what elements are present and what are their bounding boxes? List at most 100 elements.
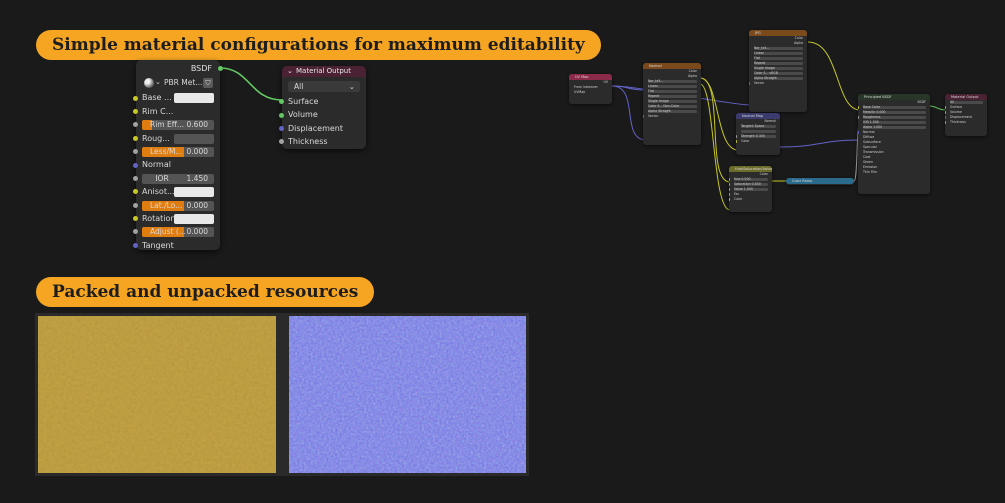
slider-label: Less/M... bbox=[150, 146, 183, 156]
node-row[interactable]: Color bbox=[729, 197, 772, 202]
input-socket[interactable] bbox=[133, 189, 138, 195]
row-label: Roughness bbox=[863, 115, 881, 119]
bsdf-input-row[interactable]: Base ... bbox=[133, 91, 220, 104]
pbr-bsdf-node[interactable]: BSDF ⌄ PBR Met... ⛉ Base ... Rim C... Rim … bbox=[133, 60, 223, 252]
row-label: All bbox=[950, 100, 954, 104]
jpg-texture-node[interactable]: JPG Color Alpha Nor_tx5... Linear Flat Repe… bbox=[749, 30, 807, 112]
color-swatch[interactable] bbox=[174, 213, 214, 224]
material-output-header[interactable]: ⌄ Material Output bbox=[282, 66, 366, 77]
input-socket[interactable] bbox=[133, 95, 138, 101]
chevron-down-icon[interactable]: ⌄ bbox=[155, 76, 161, 89]
input-socket[interactable] bbox=[133, 149, 138, 155]
bsdf-input-row[interactable]: Rotation bbox=[133, 212, 220, 225]
input-socket[interactable] bbox=[133, 229, 138, 235]
chevron-down-icon[interactable]: ⌄ bbox=[287, 66, 293, 77]
row-label: Alpha 1.000 bbox=[863, 125, 883, 129]
row-field[interactable] bbox=[741, 129, 776, 134]
node-row[interactable]: Color bbox=[736, 139, 780, 144]
input-socket[interactable] bbox=[729, 198, 731, 201]
row-label: Alpha Straight bbox=[754, 76, 777, 80]
row-label: Strength 0.300 bbox=[741, 134, 765, 138]
uv-map-field[interactable]: UVMap bbox=[569, 90, 612, 95]
bsdf-input-row[interactable]: Adjust (... 0.000 bbox=[133, 225, 220, 238]
value-slider[interactable]: Adjust (... 0.000 bbox=[142, 227, 214, 238]
node-row[interactable]: Thickness bbox=[945, 120, 987, 125]
input-socket[interactable] bbox=[133, 162, 138, 168]
input-socket[interactable] bbox=[729, 188, 731, 191]
row-label: Vector bbox=[754, 81, 765, 85]
value-slider[interactable]: Rim Eff... 0.600 bbox=[142, 120, 214, 131]
input-label: Rotation bbox=[142, 213, 176, 223]
hsv-node[interactable]: Hue/Saturation/Value Color Hue 0.500 Satu… bbox=[729, 166, 772, 212]
row-label: Color S... sRGB bbox=[754, 71, 778, 75]
color-swatch[interactable] bbox=[174, 187, 214, 198]
bsdf-input-row[interactable]: Rim Eff... 0.600 bbox=[133, 118, 220, 131]
volume-socket[interactable] bbox=[279, 112, 284, 118]
row-label: Volume bbox=[950, 110, 962, 114]
shader-name[interactable]: PBR Met... bbox=[164, 76, 202, 89]
row-label: Thin Film bbox=[863, 170, 878, 174]
value-slider[interactable]: Lat./Lo... 0.000 bbox=[142, 200, 214, 211]
texture-preview-panel bbox=[35, 313, 529, 476]
sphere-icon[interactable] bbox=[144, 78, 154, 89]
input-socket[interactable] bbox=[858, 116, 860, 119]
row-label: Color bbox=[741, 139, 750, 143]
input-socket[interactable] bbox=[729, 183, 731, 186]
input-socket[interactable] bbox=[749, 82, 751, 85]
input-socket[interactable] bbox=[945, 106, 947, 109]
bsdf-input-row[interactable]: Less/M... 0.000 bbox=[133, 145, 220, 158]
input-socket[interactable] bbox=[133, 175, 138, 181]
node-row[interactable]: Vector bbox=[643, 114, 701, 119]
bsdf-input-row[interactable]: Rim C... bbox=[133, 105, 220, 118]
row-label: Alpha Straight bbox=[648, 109, 671, 113]
row-label: Specular bbox=[863, 145, 877, 149]
row-field[interactable] bbox=[648, 89, 697, 94]
node-row[interactable]: Vector bbox=[749, 81, 807, 86]
input-label: Base ... bbox=[142, 93, 172, 103]
principled-bsdf-node[interactable]: Principled BSDF BSDF Base Color Metallic … bbox=[858, 94, 930, 194]
value-field[interactable] bbox=[174, 133, 214, 144]
input-socket[interactable] bbox=[643, 115, 645, 118]
normal-texture-node[interactable]: Normal Color Alpha Nor_tx5... Linear Flat R… bbox=[643, 63, 701, 145]
color-ramp-title: Color Ramp bbox=[786, 178, 854, 184]
input-socket[interactable] bbox=[729, 193, 731, 196]
input-socket[interactable] bbox=[133, 108, 138, 114]
value-slider[interactable]: Less/M... 0.000 bbox=[142, 146, 214, 157]
input-socket[interactable] bbox=[945, 111, 947, 114]
bsdf-output-label: BSDF bbox=[190, 64, 212, 73]
bsdf-input-row[interactable]: Tangent bbox=[133, 239, 220, 252]
input-socket[interactable] bbox=[736, 140, 738, 143]
input-socket[interactable] bbox=[736, 135, 738, 138]
value-slider[interactable]: IOR 1.450 bbox=[142, 173, 214, 184]
row-field[interactable] bbox=[754, 56, 803, 61]
row-field[interactable] bbox=[950, 100, 983, 105]
bsdf-input-row[interactable]: IOR 1.450 bbox=[133, 172, 220, 185]
input-socket[interactable] bbox=[858, 131, 860, 134]
shield-icon[interactable]: ⛉ bbox=[203, 78, 213, 89]
input-socket[interactable] bbox=[945, 116, 947, 119]
input-socket[interactable] bbox=[133, 135, 138, 141]
bsdf-input-row[interactable]: Anisot... bbox=[133, 185, 220, 198]
row-label: Color S... Non-Color bbox=[648, 104, 680, 108]
color-ramp-node[interactable]: Color Ramp bbox=[786, 178, 854, 185]
displacement-socket[interactable] bbox=[279, 125, 284, 131]
bsdf-input-row[interactable]: Roug... bbox=[133, 132, 220, 145]
slider-value: 1.450 bbox=[186, 173, 208, 183]
target-select[interactable]: All ⌄ bbox=[288, 81, 360, 92]
normal-map-node[interactable]: Normal Map Normal Tangent Space Strength … bbox=[736, 113, 780, 155]
input-socket[interactable] bbox=[858, 106, 860, 109]
material-output-node[interactable]: ⌄ Material Output All ⌄ Surface Volume D… bbox=[279, 66, 366, 149]
input-socket[interactable] bbox=[133, 216, 138, 222]
bsdf-input-row[interactable]: Lat./Lo... 0.000 bbox=[133, 199, 220, 212]
input-socket[interactable] bbox=[133, 242, 138, 248]
color-swatch[interactable] bbox=[174, 93, 214, 104]
input-socket[interactable] bbox=[729, 178, 731, 181]
albedo-texture-preview bbox=[38, 316, 276, 473]
node-row[interactable]: Thin Film bbox=[858, 170, 930, 175]
uv-map-node[interactable]: UV Map UV From Instancer UVMap bbox=[569, 74, 612, 104]
mini-material-output-node[interactable]: Material Output All Surface Volume Displace… bbox=[945, 94, 987, 136]
input-socket[interactable] bbox=[133, 122, 138, 128]
bsdf-input-row[interactable]: Normal bbox=[133, 158, 220, 171]
input-socket[interactable] bbox=[133, 202, 138, 208]
input-socket[interactable] bbox=[945, 121, 947, 124]
